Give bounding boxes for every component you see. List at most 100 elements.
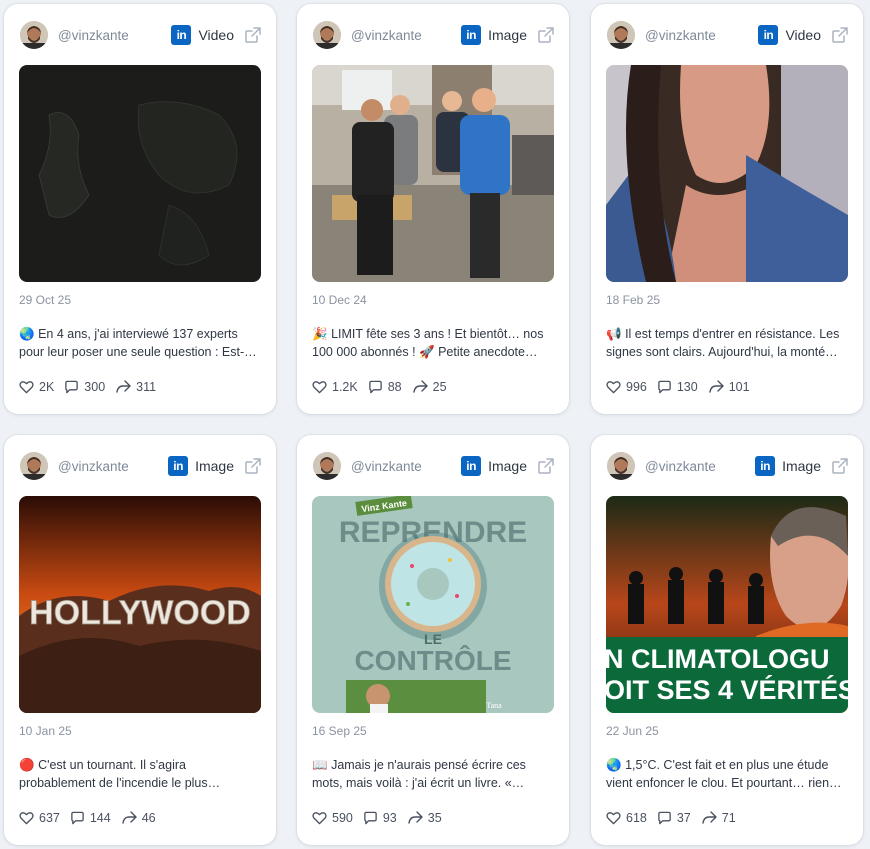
linkedin-icon: in (171, 25, 192, 45)
avatar[interactable] (313, 21, 341, 49)
emoji-icon: 📖 (312, 758, 328, 772)
card-header: @vinzkante in Video (20, 20, 262, 50)
account-handle[interactable]: @vinzkante (351, 28, 461, 43)
comment-icon (368, 380, 382, 394)
engagement-stats: 590 93 35 (312, 811, 452, 825)
heart-icon (312, 812, 327, 825)
thumb-overlay-text: HOLLYWOOD (29, 594, 251, 632)
heart-icon (312, 381, 327, 394)
linkedin-icon: in (758, 25, 779, 45)
post-grid: @vinzkante in Video 29 Oct 25 🌏 En 4 ans… (0, 0, 870, 849)
comments-stat: 88 (368, 380, 402, 394)
post-card[interactable]: @vinzkante in Video 29 Oct 25 🌏 En 4 ans… (4, 4, 276, 414)
likes-stat: 618 (606, 811, 647, 825)
post-date: 22 Jun 25 (606, 724, 659, 738)
likes-stat: 2K (19, 380, 54, 394)
media-type-label: Image (195, 458, 234, 474)
post-excerpt: 🎉 LIMIT fête ses 3 ans ! Et bientôt… nos… (312, 327, 544, 359)
engagement-stats: 1.2K 88 25 (312, 380, 457, 394)
external-link-icon[interactable] (831, 457, 849, 475)
avatar[interactable] (20, 21, 48, 49)
account-handle[interactable]: @vinzkante (58, 459, 168, 474)
card-header: @vinzkante in Image (20, 451, 262, 481)
climatologue-thumbnail[interactable]: N CLIMATOLOGU OIT SES 4 VÉRITÉS (606, 496, 848, 713)
account-handle[interactable]: @vinzkante (645, 459, 755, 474)
external-link-icon[interactable] (244, 457, 262, 475)
share-icon (408, 811, 423, 824)
share-icon (122, 811, 137, 824)
emoji-icon: 🌏 (606, 758, 622, 772)
woman-portrait-thumbnail[interactable] (606, 65, 848, 282)
likes-stat: 637 (19, 811, 60, 825)
comments-stat: 93 (363, 811, 397, 825)
external-link-icon[interactable] (537, 457, 555, 475)
post-card[interactable]: @vinzkante in Image (297, 4, 569, 414)
likes-stat: 1.2K (312, 380, 358, 394)
account-handle[interactable]: @vinzkante (645, 28, 758, 43)
publisher-text: Tana (486, 701, 502, 710)
shares-stat: 71 (701, 811, 736, 825)
post-card[interactable]: @vinzkante in Image HOLLYWOOD 10 Jan 25 … (4, 435, 276, 845)
card-header: @vinzkante in Video (607, 20, 849, 50)
avatar[interactable] (607, 452, 635, 480)
engagement-stats: 618 37 71 (606, 811, 746, 825)
likes-stat: 590 (312, 811, 353, 825)
shares-stat: 311 (115, 380, 156, 394)
media-type-label: Image (488, 27, 527, 43)
shares-stat: 25 (412, 380, 447, 394)
book-cover-thumbnail[interactable]: Vinz Kante REPRENDRE LE CONTRÔLE Tana (312, 496, 554, 713)
media-type-label: Video (785, 27, 821, 43)
shares-stat: 35 (407, 811, 442, 825)
media-type-label: Image (488, 458, 527, 474)
post-date: 10 Jan 25 (19, 724, 72, 738)
post-card[interactable]: @vinzkante in Image Vinz Kante REPRENDRE… (297, 435, 569, 845)
linkedin-icon: in (168, 456, 189, 476)
dark-map-thumbnail[interactable] (19, 65, 261, 282)
card-header: @vinzkante in Image (313, 20, 555, 50)
likes-stat: 996 (606, 380, 647, 394)
emoji-icon: 🔴 (19, 758, 35, 772)
avatar[interactable] (20, 452, 48, 480)
heart-icon (19, 381, 34, 394)
card-header: @vinzkante in Image (607, 451, 849, 481)
comments-stat: 300 (64, 380, 105, 394)
card-header: @vinzkante in Image (313, 451, 555, 481)
thumb-overlay-line2: OIT SES 4 VÉRITÉS (606, 674, 848, 705)
emoji-icon: 🎉 (312, 327, 328, 341)
linkedin-icon: in (461, 456, 482, 476)
account-handle[interactable]: @vinzkante (58, 28, 171, 43)
engagement-stats: 637 144 46 (19, 811, 166, 825)
post-date: 10 Dec 24 (312, 293, 367, 307)
post-excerpt: 🌏 En 4 ans, j'ai interviewé 137 experts … (19, 327, 257, 359)
share-icon (116, 380, 131, 393)
comment-icon (65, 380, 79, 394)
heart-icon (19, 812, 34, 825)
book-title-bottom-text: CONTRÔLE (354, 644, 511, 676)
post-date: 29 Oct 25 (19, 293, 72, 307)
media-type-label: Image (782, 458, 821, 474)
comment-icon (658, 380, 671, 394)
share-icon (702, 811, 717, 824)
comments-stat: 130 (657, 380, 698, 394)
post-excerpt: 🌏 1,5°C. C'est fait et en plus une étude… (606, 758, 842, 790)
heart-icon (606, 381, 621, 394)
external-link-icon[interactable] (244, 26, 262, 44)
engagement-stats: 2K 300 311 (19, 380, 166, 394)
avatar[interactable] (313, 452, 341, 480)
share-icon (709, 380, 724, 393)
external-link-icon[interactable] (831, 26, 849, 44)
hollywood-fire-thumbnail[interactable]: HOLLYWOOD (19, 496, 261, 713)
avatar[interactable] (607, 21, 635, 49)
account-handle[interactable]: @vinzkante (351, 459, 461, 474)
emoji-icon: 📢 (606, 327, 622, 341)
team-photo-thumbnail[interactable] (312, 65, 554, 282)
comment-icon (364, 811, 377, 825)
post-excerpt: 📢 Il est temps d'entrer en résistance. L… (606, 327, 840, 359)
post-card[interactable]: @vinzkante in Image (591, 435, 863, 845)
shares-stat: 46 (121, 811, 156, 825)
share-icon (412, 380, 428, 393)
linkedin-icon: in (755, 456, 776, 476)
post-card[interactable]: @vinzkante in Video 18 Feb 25 📢 Il est t… (591, 4, 863, 414)
post-excerpt: 🔴 C'est un tournant. Il s'agira probable… (19, 758, 221, 790)
external-link-icon[interactable] (537, 26, 555, 44)
